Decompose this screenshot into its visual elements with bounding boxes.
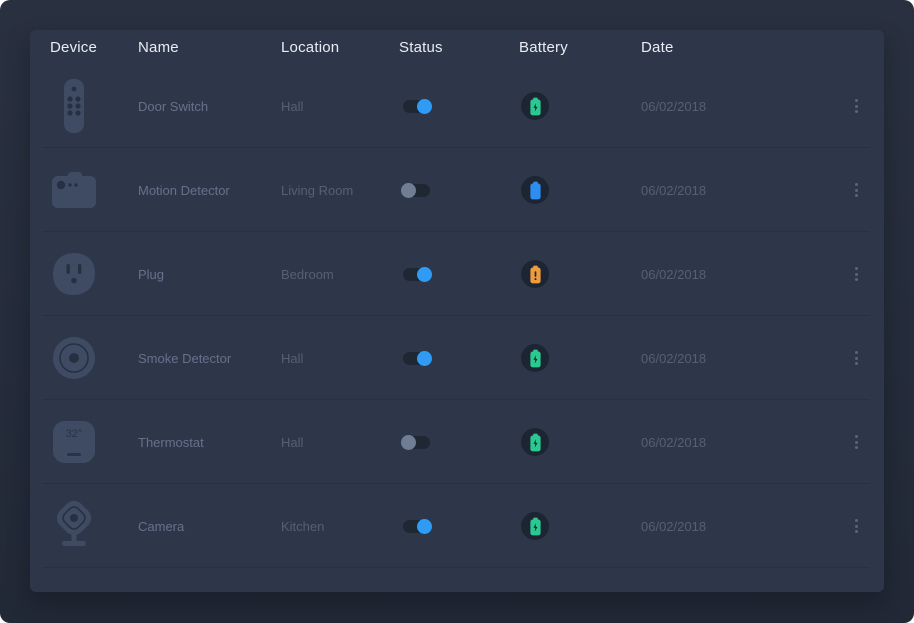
column-header-location: Location [281, 39, 399, 56]
device-date: 06/02/2018 [641, 183, 822, 198]
device-table-card: Device Name Location Status Battery Date… [30, 30, 884, 592]
battery-indicator [521, 428, 549, 456]
device-location: Living Room [281, 183, 399, 198]
table-row: Smoke Detector Hall 06/02/2018 [30, 316, 884, 400]
remote-icon [50, 77, 98, 135]
battery-indicator [521, 344, 549, 372]
device-location: Hall [281, 99, 399, 114]
table-row: Camera Kitchen 06/02/2018 [30, 484, 884, 568]
device-date: 06/02/2018 [641, 99, 822, 114]
device-name: Motion Detector [138, 183, 281, 198]
battery-indicator [521, 260, 549, 288]
status-toggle[interactable] [403, 352, 430, 365]
device-name: Camera [138, 519, 281, 534]
thermostat-icon: 32° [50, 413, 98, 471]
app-screen: Device Name Location Status Battery Date… [0, 0, 914, 623]
row-menu-button[interactable] [846, 514, 866, 538]
camera-icon [50, 497, 98, 555]
row-menu-button[interactable] [846, 94, 866, 118]
row-menu-button[interactable] [846, 262, 866, 286]
column-header-device: Device [50, 39, 138, 56]
battery-indicator [521, 92, 549, 120]
column-header-date: Date [641, 39, 822, 56]
table-row: Plug Bedroom 06/02/2018 [30, 232, 884, 316]
status-toggle[interactable] [403, 268, 430, 281]
toggle-knob [417, 99, 432, 114]
status-toggle[interactable] [403, 436, 430, 449]
thermostat-temp-label: 32° [66, 428, 83, 440]
table-row: 32° Thermostat Hall 06/02/2018 [30, 400, 884, 484]
column-header-battery: Battery [519, 39, 641, 56]
device-date: 06/02/2018 [641, 435, 822, 450]
status-toggle[interactable] [403, 520, 430, 533]
status-toggle[interactable] [403, 100, 430, 113]
device-date: 06/02/2018 [641, 267, 822, 282]
column-header-name: Name [138, 39, 281, 56]
table-row: Motion Detector Living Room 06/02/2018 [30, 148, 884, 232]
toggle-knob [417, 351, 432, 366]
device-name: Door Switch [138, 99, 281, 114]
device-name: Thermostat [138, 435, 281, 450]
battery-indicator [521, 512, 549, 540]
device-location: Hall [281, 351, 399, 366]
column-header-status: Status [399, 39, 519, 56]
row-menu-button[interactable] [846, 346, 866, 370]
status-toggle[interactable] [403, 184, 430, 197]
device-date: 06/02/2018 [641, 351, 822, 366]
toggle-knob [417, 519, 432, 534]
plug-icon [50, 245, 98, 303]
toggle-knob [401, 435, 416, 450]
device-name: Plug [138, 267, 281, 282]
row-menu-button[interactable] [846, 430, 866, 454]
toggle-knob [401, 183, 416, 198]
device-location: Hall [281, 435, 399, 450]
table-row: Door Switch Hall 06/02/2018 [30, 64, 884, 148]
motion-detector-icon [50, 161, 98, 219]
row-menu-button[interactable] [846, 178, 866, 202]
device-name: Smoke Detector [138, 351, 281, 366]
device-location: Bedroom [281, 267, 399, 282]
table-header-row: Device Name Location Status Battery Date [30, 30, 884, 64]
smoke-detector-icon [50, 329, 98, 387]
device-location: Kitchen [281, 519, 399, 534]
battery-indicator [521, 176, 549, 204]
toggle-knob [417, 267, 432, 282]
device-date: 06/02/2018 [641, 519, 822, 534]
